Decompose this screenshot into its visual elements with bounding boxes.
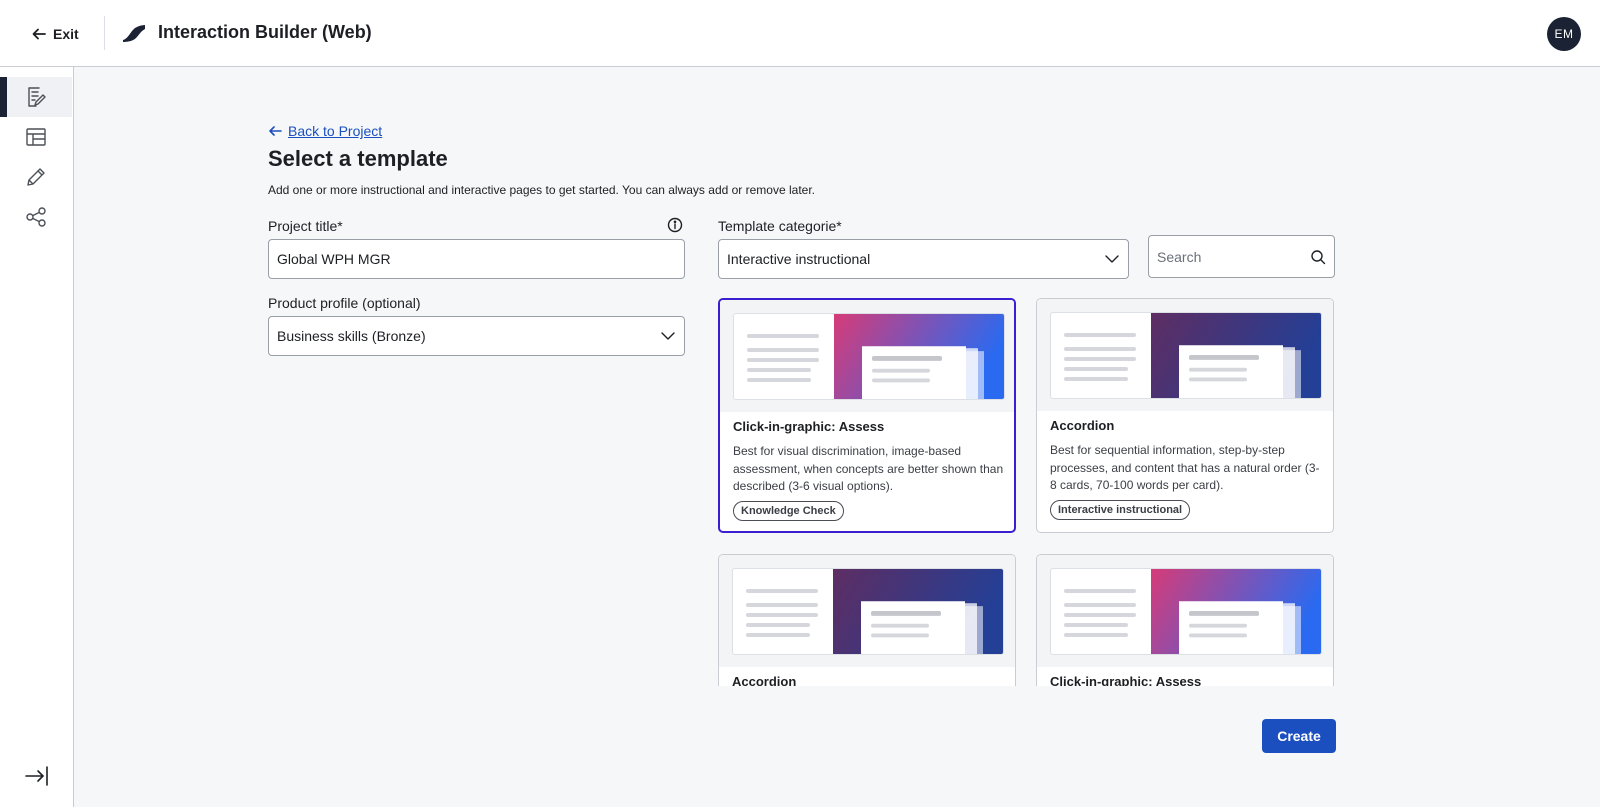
template-category-select[interactable]: Interactive instructional [718,239,1129,279]
template-card[interactable]: Accordion [718,554,1016,686]
template-card-title: Accordion [1050,418,1115,433]
edit-document-icon [28,87,46,107]
template-thumbnail-area [719,555,1015,667]
product-profile-label: Product profile (optional) [268,295,421,311]
template-preview-graphic [833,569,1003,654]
template-category-badge: Knowledge Check [733,501,844,521]
template-card[interactable]: Click-in-graphic: Assess [1036,554,1334,686]
chevron-down-icon [1105,255,1119,263]
app-logo-icon [123,25,145,42]
chevron-down-icon [661,332,675,340]
share-nodes-icon [26,207,46,227]
template-thumbnail [732,568,1004,655]
header-divider [104,16,105,50]
template-grid[interactable]: Click-in-graphic: Assess Best for visual… [718,298,1336,686]
template-card[interactable]: Click-in-graphic: Assess Best for visual… [718,298,1016,533]
template-category-badge: Interactive instructional [1050,500,1191,520]
create-button[interactable]: Create [1262,719,1336,753]
template-thumbnail-area [1037,299,1333,411]
sidebar-item-share[interactable] [0,197,72,237]
user-avatar[interactable]: EM [1547,17,1581,51]
template-card-title: Accordion [732,674,797,686]
expand-sidebar-icon[interactable] [24,763,50,789]
template-card[interactable]: Accordion Best for sequential informatio… [1036,298,1334,533]
template-thumbnail [1050,312,1322,399]
template-card-title: Click-in-graphic: Assess [733,419,885,434]
page-title: Select a template [268,146,448,171]
arrow-left-icon [32,28,46,40]
sidebar-item-edit[interactable] [0,157,72,197]
search-input[interactable] [1157,248,1297,265]
top-bar: Exit Interaction Builder (Web) EM [0,0,1600,67]
template-thumbnail [733,313,1005,400]
template-thumbnail-area [1037,555,1333,667]
template-card-description: Best for sequential information, step-by… [1050,443,1320,492]
app-title: Interaction Builder (Web) [158,22,372,42]
project-title-label: Project title* [268,218,343,234]
back-to-project-link[interactable]: Back to Project [268,123,382,139]
template-preview-graphic [834,314,1004,399]
template-category-label: Template categorie* [718,218,842,234]
arrow-left-icon [269,126,282,136]
template-preview-graphic [1151,313,1321,398]
page-description: Add one or more instructional and intera… [268,183,815,197]
exit-button[interactable]: Exit [31,22,79,46]
info-icon[interactable] [667,217,683,233]
pencil-icon [27,168,45,186]
project-title-input[interactable] [268,239,685,279]
template-category-value: Interactive instructional [727,251,871,267]
product-profile-select[interactable]: Business skills (Bronze) [268,316,685,356]
template-search[interactable] [1148,235,1335,278]
sidebar-item-content[interactable] [0,77,72,117]
template-card-title: Click-in-graphic: Assess [1050,674,1202,686]
sidebar-item-layout[interactable] [0,117,72,157]
exit-label: Exit [53,26,79,42]
product-profile-value: Business skills (Bronze) [277,328,426,344]
template-preview-graphic [1151,569,1321,654]
template-thumbnail [1050,568,1322,655]
template-card-description: Best for visual discrimination, image-ba… [733,444,1004,493]
left-sidebar [0,67,74,807]
layout-icon [26,128,46,146]
back-link-label: Back to Project [288,123,383,139]
search-icon[interactable] [1310,249,1326,265]
template-thumbnail-area [720,300,1014,412]
